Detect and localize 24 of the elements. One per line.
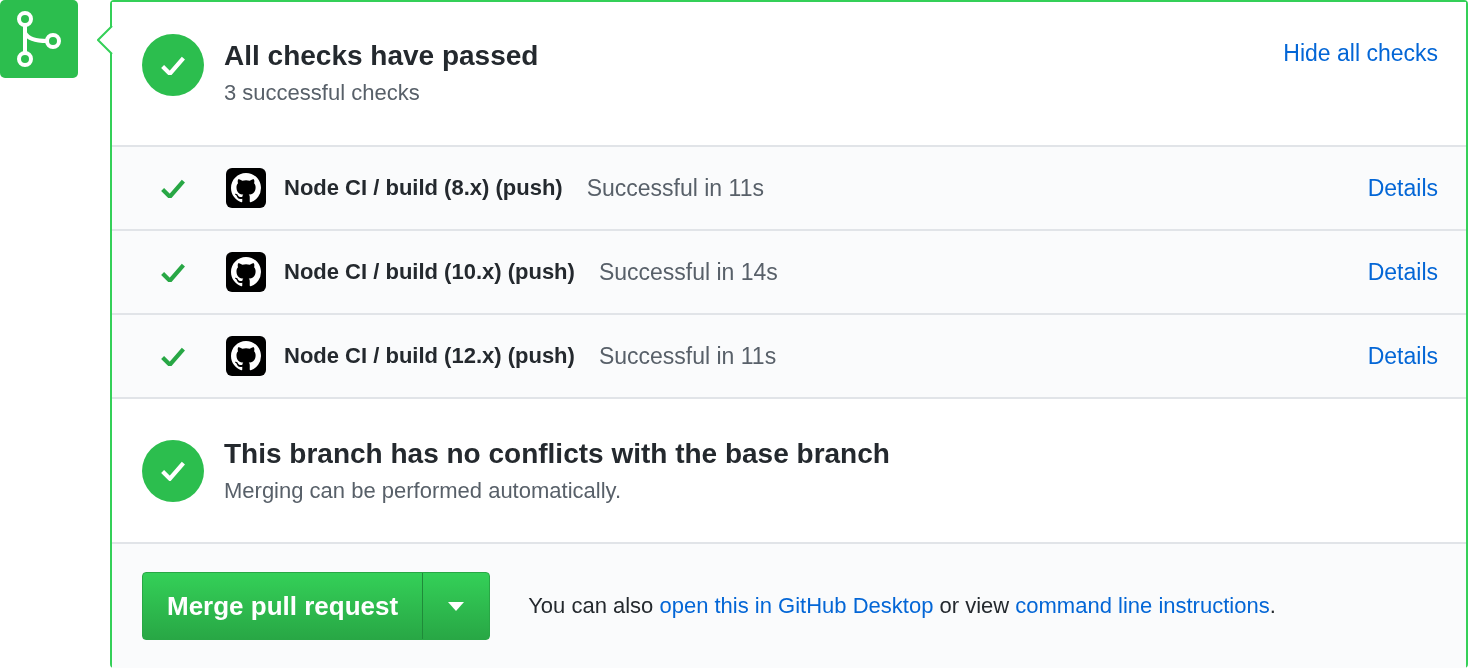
octocat-icon — [226, 252, 266, 292]
check-name: Node CI / build (12.x) (push) — [284, 343, 575, 369]
check-result: Successful in 11s — [598, 342, 778, 370]
branch-status-subtitle: Merging can be performed automatically. — [224, 477, 622, 504]
hint-link[interactable]: open this in GitHub Desktop — [659, 593, 934, 618]
branch-status-title: This branch has no conflicts with the base branch — [224, 437, 891, 470]
merge-hint: You can also open this in GitHub Desktop or view command line instructions. — [528, 593, 1276, 619]
check-icon — [160, 54, 186, 76]
check-result: Successful in 11s — [586, 174, 765, 202]
check-name: Node CI / build (8.x) (push) — [284, 175, 563, 201]
checks-title: All checks have passed — [224, 40, 540, 72]
octocat-icon — [226, 336, 266, 376]
octocat-icon — [226, 168, 266, 208]
check-name: Node CI / build (10.x) (push) — [284, 259, 575, 285]
checks-subtitle: 3 successful checks — [224, 80, 421, 106]
branch-icon — [17, 11, 61, 67]
check-icon — [160, 460, 186, 481]
details-link[interactable]: Details — [1367, 342, 1438, 370]
hide-checks-link[interactable]: Hide all checks — [1283, 40, 1438, 67]
details-link[interactable]: Details — [1367, 258, 1438, 286]
check-result: Successful in 14s — [598, 258, 779, 286]
details-link[interactable]: Details — [1367, 174, 1438, 202]
hint-link[interactable]: command line instructions — [1015, 593, 1270, 618]
caret-icon — [448, 601, 465, 611]
